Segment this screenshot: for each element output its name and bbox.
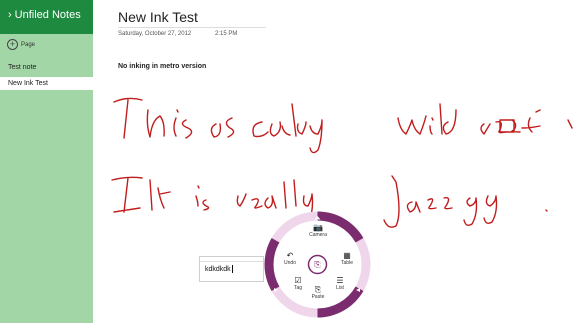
- menu-item-table-label: Table: [341, 260, 353, 266]
- menu-item-undo-label: Undo: [284, 260, 296, 266]
- ink-stroke: [480, 109, 541, 135]
- text-caret: [231, 265, 233, 273]
- ink-stroke: [210, 117, 235, 138]
- menu-item-camera[interactable]: 📷 Camera: [305, 223, 331, 238]
- menu-item-table[interactable]: ▦ Table: [334, 251, 360, 266]
- undo-icon: ↶: [286, 251, 294, 260]
- menu-item-paste-label: Paste: [311, 294, 325, 300]
- text-box[interactable]: kdkdkdk: [199, 256, 264, 282]
- text-box-content[interactable]: kdkdkdk: [200, 262, 263, 273]
- paste-center-icon[interactable]: ⎘: [310, 257, 325, 272]
- checkbox-icon: ☑: [294, 276, 302, 285]
- menu-item-tag-label: Tag: [293, 285, 303, 291]
- menu-item-camera-label: Camera: [309, 232, 327, 238]
- ink-stroke: [252, 103, 323, 154]
- camera-icon: 📷: [313, 223, 323, 232]
- list-icon: ☰: [336, 276, 344, 285]
- menu-item-tag[interactable]: ☑ Tag: [285, 276, 311, 291]
- ink-stroke: [499, 119, 573, 212]
- ink-stroke: [195, 185, 210, 211]
- menu-item-undo[interactable]: ↶ Undo: [277, 251, 303, 266]
- text-box-text: kdkdkdk: [205, 265, 231, 273]
- ink-stroke: [113, 97, 193, 139]
- table-icon: ▦: [343, 251, 351, 260]
- ink-stroke: [397, 103, 457, 135]
- radial-menu[interactable]: ⎘ 📷 Camera ▦ Table ☰ List ⎘ Paste ☑ Tag …: [261, 208, 374, 321]
- ink-stroke: [383, 175, 498, 228]
- ink-stroke: [111, 176, 171, 213]
